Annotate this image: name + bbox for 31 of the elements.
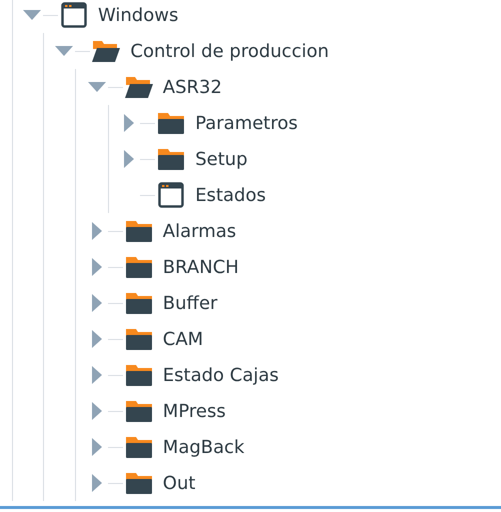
folder-icon — [157, 112, 186, 134]
folder-icon — [124, 220, 153, 242]
window-icon — [158, 182, 184, 208]
expanded-arrow-icon[interactable] — [88, 81, 106, 93]
open-folder-icon — [124, 75, 154, 99]
collapsed-arrow-icon[interactable] — [90, 258, 103, 276]
tree-item-label[interactable]: Control de produccion — [130, 40, 329, 62]
window-icon — [61, 2, 87, 28]
collapsed-arrow-icon[interactable] — [90, 222, 103, 240]
tree-item-label[interactable]: MagBack — [162, 436, 244, 458]
tree-item-label[interactable]: Setup — [195, 148, 248, 170]
folder-icon — [124, 436, 153, 458]
collapsed-arrow-icon[interactable] — [90, 366, 103, 384]
expanded-arrow-icon[interactable] — [23, 9, 41, 21]
folder-icon — [124, 364, 153, 386]
open-folder-icon — [91, 39, 122, 63]
collapsed-arrow-icon[interactable] — [123, 114, 136, 132]
folder-icon — [124, 472, 153, 494]
collapsed-arrow-icon[interactable] — [90, 438, 103, 456]
tree-item-label[interactable]: Estado Cajas — [162, 364, 279, 386]
folder-icon — [124, 292, 153, 314]
collapsed-arrow-icon[interactable] — [90, 402, 103, 420]
collapsed-arrow-icon[interactable] — [90, 294, 103, 312]
folder-icon — [124, 400, 153, 422]
collapsed-arrow-icon[interactable] — [90, 474, 103, 492]
folder-icon — [157, 148, 186, 170]
folder-icon — [124, 256, 153, 278]
collapsed-arrow-icon[interactable] — [90, 330, 103, 348]
collapsed-arrow-icon[interactable] — [123, 150, 136, 168]
expanded-arrow-icon[interactable] — [55, 45, 74, 57]
folder-icon — [124, 328, 153, 350]
